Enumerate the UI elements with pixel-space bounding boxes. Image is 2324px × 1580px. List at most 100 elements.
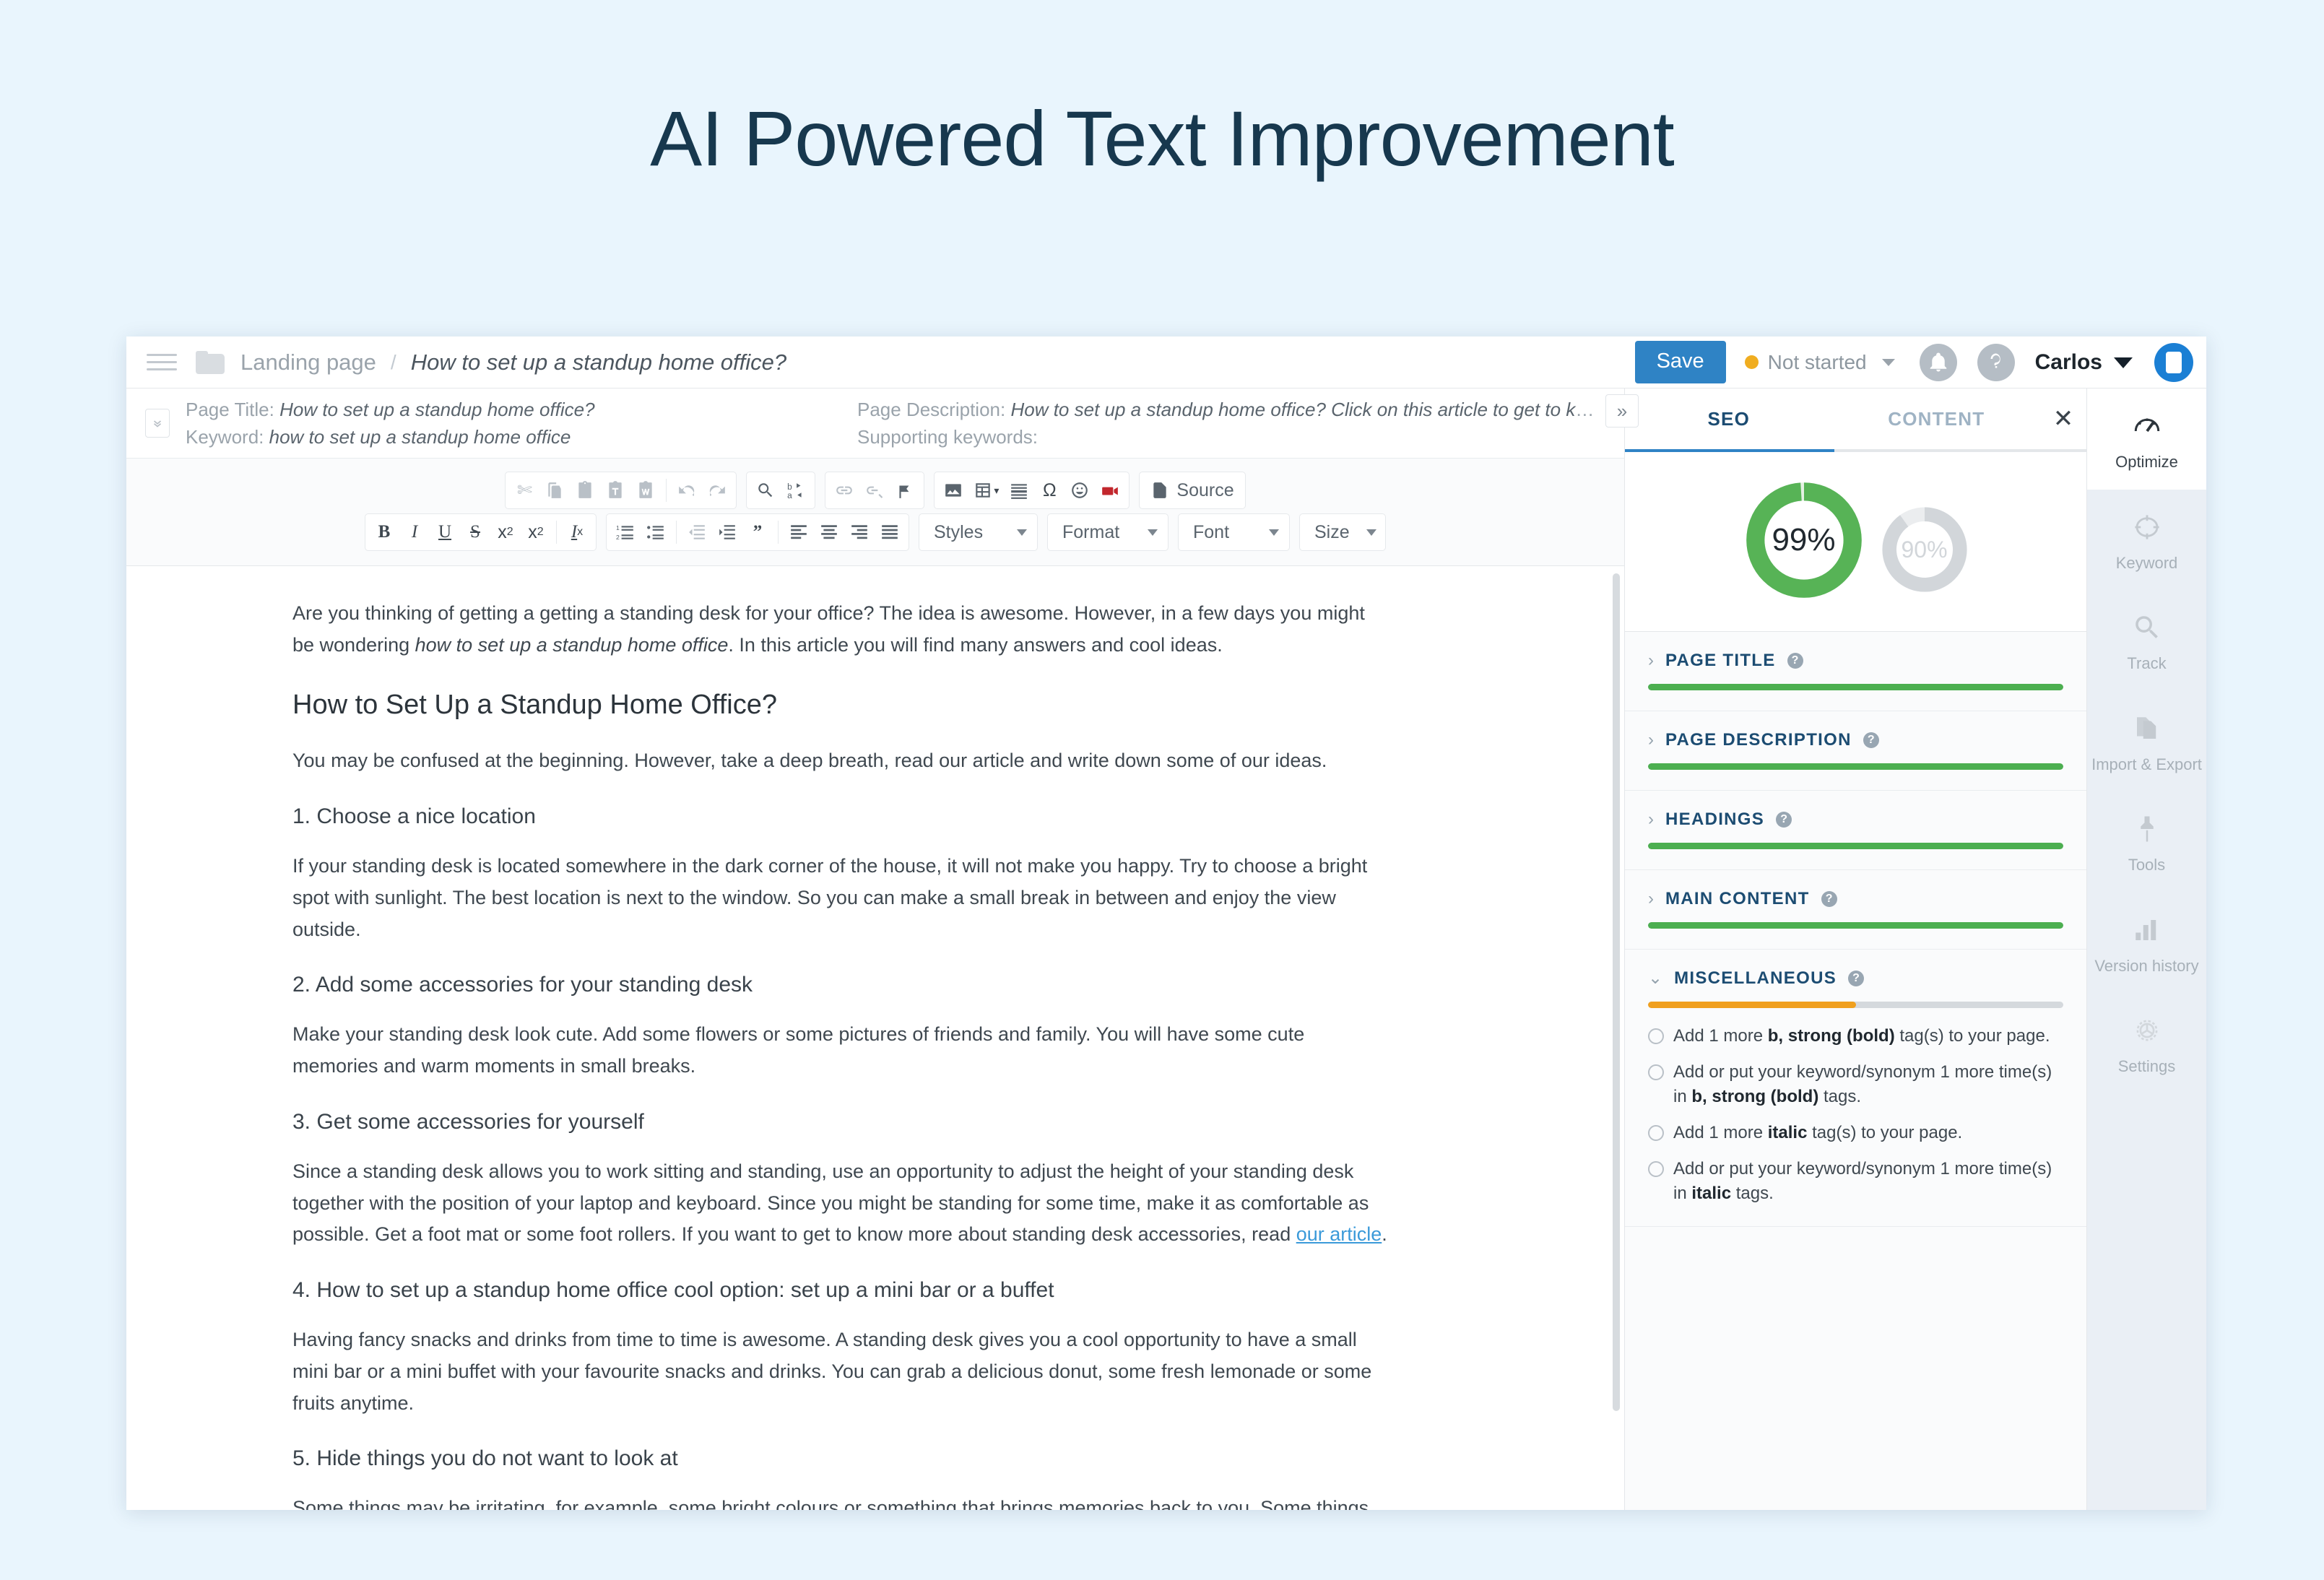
document-body[interactable]: Are you thinking of getting a getting a …	[126, 566, 1624, 1510]
menu-icon[interactable]	[147, 350, 177, 375]
tab-content[interactable]: CONTENT	[1833, 408, 2041, 430]
rail-item-settings[interactable]: Settings	[2087, 993, 2206, 1094]
paste-word-icon[interactable]	[632, 476, 659, 505]
replace-icon[interactable]: ba	[782, 476, 810, 505]
size-select[interactable]: Size	[1299, 513, 1386, 551]
scrollbar-thumb[interactable]	[1613, 573, 1620, 1411]
font-select[interactable]: Font	[1178, 513, 1290, 551]
supporting-keywords-meta[interactable]: Supporting keywords:	[857, 426, 1600, 448]
paste-icon[interactable]	[571, 476, 599, 505]
find-icon[interactable]	[752, 476, 779, 505]
unlink-icon[interactable]	[861, 476, 888, 505]
help-icon[interactable]: ?	[1848, 971, 1864, 986]
table-icon[interactable]: ▾	[970, 476, 1002, 505]
toolbar-group-source: Source	[1139, 472, 1245, 509]
source-button[interactable]: Source	[1145, 480, 1239, 501]
supporting-keywords-label: Supporting keywords:	[857, 426, 1038, 448]
superscript-icon[interactable]: x2	[522, 518, 550, 547]
rail-item-tools[interactable]: Tools	[2087, 791, 2206, 893]
section-page-description-header[interactable]: › PAGE DESCRIPTION ?	[1648, 730, 2063, 750]
page-description-meta[interactable]: Page Description: How to set up a standu…	[857, 399, 1600, 421]
rail-item-keyword[interactable]: Keyword	[2087, 490, 2206, 591]
chevron-down-icon	[1148, 529, 1158, 536]
status-dropdown[interactable]: Not started	[1745, 351, 1895, 374]
cut-icon[interactable]: ✄	[511, 476, 538, 505]
gear-icon	[2091, 1012, 2202, 1049]
help-icon[interactable]: ?	[1787, 653, 1803, 669]
undo-icon[interactable]	[673, 476, 701, 505]
align-left-icon[interactable]	[785, 518, 812, 547]
styles-select[interactable]: Styles	[919, 513, 1038, 551]
section-title: PAGE TITLE	[1665, 651, 1776, 671]
section-page-title-header[interactable]: › PAGE TITLE ?	[1648, 651, 2063, 671]
smiley-icon[interactable]	[1066, 476, 1093, 505]
suggestion-item: Add or put your keyword/synonym 1 more t…	[1648, 1157, 2063, 1206]
meta-right-group: Page Description: How to set up a standu…	[857, 399, 1600, 448]
help-icon[interactable]: ?	[1776, 812, 1792, 828]
bell-icon[interactable]	[1920, 344, 1957, 381]
suggestion-radio[interactable]	[1648, 1161, 1664, 1177]
breadcrumb-current[interactable]: How to set up a standup home office?	[411, 350, 786, 376]
chevron-down-icon[interactable]	[2114, 357, 2133, 368]
format-select[interactable]: Format	[1047, 513, 1168, 551]
rail-item-track[interactable]: Track	[2087, 590, 2206, 691]
expand-panel-button[interactable]: »	[1605, 394, 1639, 427]
section-headings-header[interactable]: › HEADINGS ?	[1648, 809, 2063, 830]
keyword-meta[interactable]: Keyword: how to set up a standup home of…	[186, 426, 857, 448]
video-icon[interactable]	[1096, 476, 1124, 505]
heading-step-4: 4. How to set up a standup home office c…	[292, 1278, 1538, 1303]
tab-seo[interactable]: SEO	[1625, 408, 1833, 430]
chat-avatar-icon[interactable]	[2154, 343, 2193, 382]
save-button[interactable]: Save	[1635, 341, 1726, 383]
copy-icon[interactable]	[541, 476, 568, 505]
collapse-meta-button[interactable]	[145, 409, 170, 438]
underline-icon[interactable]: U	[431, 518, 459, 547]
inline-link-our-article[interactable]: our article	[1296, 1223, 1382, 1245]
link-icon[interactable]	[831, 476, 858, 505]
horizontal-rule-icon[interactable]	[1005, 476, 1033, 505]
align-justify-icon[interactable]	[876, 518, 903, 547]
strikethrough-icon[interactable]: S	[461, 518, 489, 547]
section-progress-bar	[1648, 1002, 2063, 1008]
italic-icon[interactable]: I	[401, 518, 428, 547]
help-icon[interactable]: ?	[1863, 732, 1879, 748]
numbered-list-icon[interactable]: 12	[612, 518, 639, 547]
bar-chart-icon	[2091, 911, 2202, 949]
bulleted-list-icon[interactable]	[642, 518, 669, 547]
breadcrumb-parent[interactable]: Landing page	[240, 350, 376, 376]
image-icon[interactable]	[940, 476, 967, 505]
special-character-icon[interactable]: Ω	[1036, 476, 1063, 505]
section-main-content-header[interactable]: › MAIN CONTENT ?	[1648, 889, 2063, 909]
suggestion-radio[interactable]	[1648, 1064, 1664, 1080]
align-right-icon[interactable]	[846, 518, 873, 547]
help-icon[interactable]	[1977, 344, 2015, 381]
document-scrollbar[interactable]	[1613, 573, 1620, 1503]
page-title-meta[interactable]: Page Title: How to set up a standup home…	[186, 399, 857, 421]
redo-icon[interactable]	[703, 476, 731, 505]
folder-icon[interactable]	[196, 351, 225, 374]
blockquote-icon[interactable]: ”	[744, 518, 771, 547]
outdent-icon[interactable]	[683, 518, 711, 547]
paragraph-3: Make your standing desk look cute. Add s…	[292, 1019, 1390, 1082]
align-center-icon[interactable]	[815, 518, 843, 547]
rail-item-version-history[interactable]: Version history	[2087, 893, 2206, 994]
document-scroll-area[interactable]: Are you thinking of getting a getting a …	[126, 566, 1624, 1510]
rail-label: Keyword	[2091, 553, 2202, 573]
subscript-icon[interactable]: x2	[492, 518, 519, 547]
suggestion-radio[interactable]	[1648, 1028, 1664, 1044]
page-title: AI Powered Text Improvement	[0, 0, 2324, 183]
bold-icon[interactable]: B	[370, 518, 398, 547]
user-name[interactable]: Carlos	[2035, 350, 2102, 375]
indent-icon[interactable]	[714, 518, 741, 547]
editor-toolbar: ✄ ba	[126, 459, 1624, 566]
anchor-flag-icon[interactable]	[891, 476, 919, 505]
rail-item-import-export[interactable]: Import & Export	[2087, 691, 2206, 792]
rail-item-optimize[interactable]: Optimize	[2087, 389, 2206, 490]
section-title: HEADINGS	[1665, 809, 1764, 830]
section-miscellaneous-header[interactable]: ⌄ MISCELLANEOUS ?	[1648, 968, 2063, 989]
help-icon[interactable]: ?	[1821, 891, 1837, 907]
suggestion-radio[interactable]	[1648, 1125, 1664, 1141]
paste-text-icon[interactable]	[602, 476, 629, 505]
remove-format-icon[interactable]: Ix	[563, 518, 591, 547]
close-icon[interactable]: ✕	[2040, 404, 2086, 433]
